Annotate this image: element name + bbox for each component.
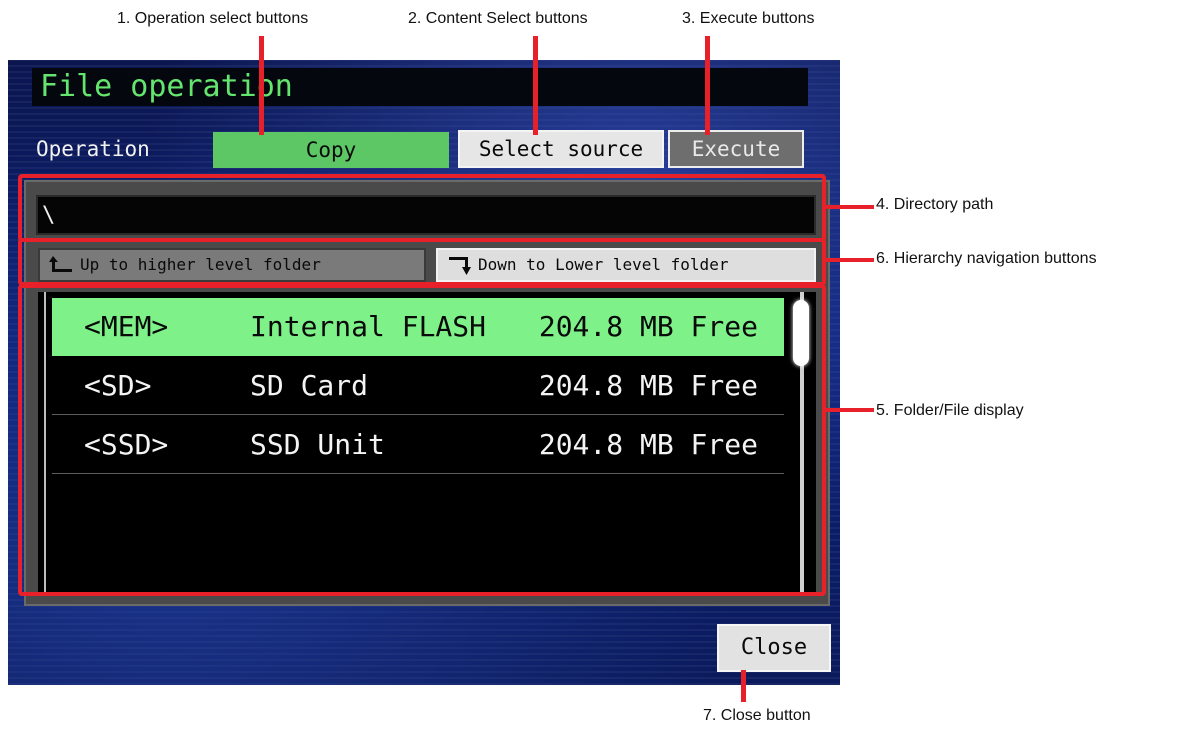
callout-box-path [18, 174, 826, 242]
callout-line-execute [705, 36, 710, 135]
execute-button[interactable]: Execute [668, 130, 804, 168]
select-source-button[interactable]: Select source [458, 130, 664, 168]
callout-box-display [18, 284, 826, 596]
screen-title: File operation [40, 69, 293, 104]
callout-hierarchy-nav: 6. Hierarchy navigation buttons [876, 250, 1097, 267]
callout-line-content [533, 36, 538, 135]
callout-content-select: 2. Content Select buttons [408, 10, 588, 27]
callout-close: 7. Close button [703, 707, 811, 724]
callout-operation-select: 1. Operation select buttons [117, 10, 309, 27]
callout-line-close [741, 670, 746, 702]
close-button[interactable]: Close [717, 624, 831, 672]
callout-folder-file-display: 5. Folder/File display [876, 402, 1024, 419]
callout-line-operation [259, 36, 264, 135]
operation-label: Operation [36, 137, 150, 161]
title-bar: File operation [32, 68, 808, 106]
callout-execute: 3. Execute buttons [682, 10, 815, 27]
callout-line-path [826, 205, 874, 209]
operation-copy-button[interactable]: Copy [213, 132, 449, 168]
callout-line-nav [822, 258, 874, 262]
callout-directory-path: 4. Directory path [876, 196, 994, 213]
callout-box-nav [18, 238, 826, 286]
callout-line-display [826, 408, 874, 412]
